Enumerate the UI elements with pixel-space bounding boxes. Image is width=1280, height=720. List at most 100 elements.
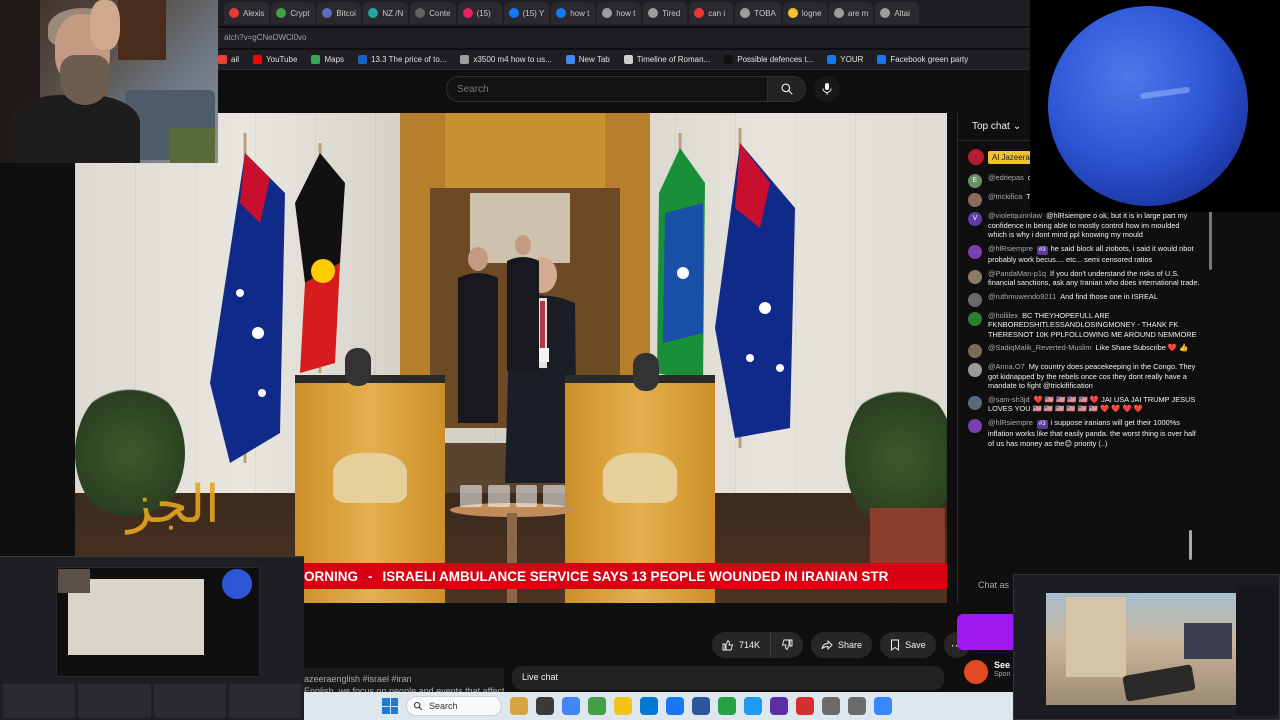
chat-message[interactable]: V @violetquinnlaw @hlRsiempre o ok, but it… — [968, 211, 1200, 240]
bookmark-item[interactable]: YouTube — [253, 55, 297, 64]
screen: Alexis Crypt Bitcoi NZ /N Conte (15) (15) Y how… — [0, 0, 1280, 720]
taskbar-app-icon[interactable] — [822, 697, 840, 715]
video-actions: 714K Share Save ··· — [712, 632, 970, 658]
game-stream-overlay[interactable] — [1013, 574, 1280, 720]
tab-favicon-icon — [740, 8, 751, 18]
chat-author[interactable]: @hlRsiempre — [988, 418, 1033, 427]
taskbar-app-icon[interactable] — [640, 697, 658, 715]
browser-tab[interactable]: are m — [828, 2, 874, 24]
chat-message[interactable]: @ruthmuwendo9211 And find those one in IS… — [968, 292, 1200, 307]
chat-author[interactable]: @hlRsiempre — [988, 244, 1033, 253]
taskbar-app-icon[interactable] — [744, 697, 762, 715]
chat-message[interactable]: @hlRsiempre #3 i suppose iranians will get… — [968, 418, 1200, 449]
video-player[interactable]: ﺍﻟﺠﺰ ORNING - ISRAELI AMBULANCE SERVICE … — [75, 113, 947, 603]
search-input[interactable] — [446, 76, 768, 102]
taskbar-search[interactable]: Search — [406, 696, 502, 716]
chat-message[interactable]: @SadiqMalik_Reverted-Muslim Like Share Su… — [968, 343, 1200, 358]
browser-tab[interactable]: Conte — [410, 2, 456, 24]
chat-input-hint[interactable]: Chat as — [978, 580, 1009, 590]
chat-scrollbar-thumb[interactable] — [1189, 530, 1192, 560]
search-button[interactable] — [768, 76, 806, 102]
bookmark-item[interactable]: Timeline of Roman... — [623, 55, 710, 64]
taskbar-app-icon[interactable] — [588, 697, 606, 715]
taskbar-app-icon[interactable] — [562, 697, 580, 715]
chat-author[interactable]: @PandaMan-p1q — [988, 269, 1046, 278]
taskbar-app-icon[interactable] — [796, 697, 814, 715]
share-button[interactable]: Share — [811, 632, 873, 658]
tab-title: Bitcoi — [336, 8, 356, 18]
browser-tab[interactable]: Tired — [643, 2, 688, 24]
taskbar-app-icon[interactable] — [536, 697, 554, 715]
bookmark-favicon-icon — [311, 55, 321, 64]
bookmark-item[interactable]: ail — [218, 55, 239, 64]
tab-title: NZ /N — [382, 8, 404, 18]
browser-tab[interactable]: can i — [689, 2, 734, 24]
taskbar-app-icon[interactable] — [692, 697, 710, 715]
chat-message[interactable]: @PandaMan-p1q If you don't understand the… — [968, 269, 1200, 288]
chat-message-body: @hlRsiempre #3 he said block all ziobots, … — [988, 244, 1200, 265]
chat-message[interactable]: @sam-sh3jd ❤️ 🇺🇸 🇺🇸 🇺🇸 🇺🇸 ❤️ JAI USA JAI … — [968, 395, 1200, 414]
chat-avatar — [968, 363, 982, 377]
chat-avatar — [968, 269, 982, 284]
bookmark-item[interactable]: Facebook green party — [877, 55, 968, 64]
browser-tab[interactable]: Bitcoi — [317, 2, 362, 24]
chat-message[interactable]: @Anna.O7 My country does peacekeeping in … — [968, 362, 1200, 391]
bookmark-item[interactable]: x3500 m4 how to us... — [460, 55, 552, 64]
bookmark-item[interactable]: 13.3 The price of to... — [358, 55, 446, 64]
taskbar-app-icon[interactable] — [614, 697, 632, 715]
taskbar-app-icon[interactable] — [770, 697, 788, 715]
bookmark-favicon-icon — [724, 55, 734, 64]
bookmark-item[interactable]: Possible defences t... — [724, 55, 813, 64]
browser-tab[interactable]: Alexis — [224, 2, 270, 24]
taskbar-app-icon[interactable] — [666, 697, 684, 715]
like-button[interactable]: 714K — [712, 632, 772, 658]
taskbar-app-icon[interactable] — [510, 697, 528, 715]
voice-search-button[interactable] — [814, 76, 840, 102]
bookmark-label: Maps — [324, 55, 345, 64]
bookmark-item[interactable]: Maps — [311, 55, 344, 64]
sponsored-card[interactable]: See Spon — [964, 660, 1014, 684]
address-bar[interactable]: atch?v=gCNeDWCl0vo — [218, 28, 1030, 48]
chat-author[interactable]: @SadiqMalik_Reverted-Muslim — [988, 343, 1092, 352]
al-jazeera-logo: ﺍﻟﺠﺰ — [127, 475, 220, 535]
chat-avatar — [968, 244, 982, 259]
chat-message[interactable]: @hollilex BC THEYHOPEFULL ARE FKNBOREDSHI… — [968, 311, 1200, 340]
bookmark-item[interactable]: New Tab — [565, 55, 610, 64]
browser-tab[interactable]: TOBA — [735, 2, 781, 24]
tab-favicon-icon — [556, 8, 567, 18]
chat-message[interactable]: @hlRsiempre #3 he said block all ziobots, … — [968, 244, 1200, 265]
taskbar-app-icon[interactable] — [874, 697, 892, 715]
bookmark-item[interactable]: YOUR — [827, 55, 863, 64]
chat-author[interactable]: @Anna.O7 — [988, 362, 1025, 371]
browser-tab[interactable]: (15) Y — [503, 2, 550, 24]
chat-avatar — [968, 193, 982, 207]
dislike-button[interactable] — [771, 632, 804, 658]
browser-tab[interactable]: how t — [551, 2, 596, 24]
bookmark-icon — [891, 639, 900, 651]
chat-author[interactable]: @trickifica — [988, 192, 1022, 201]
planet-overlay — [1030, 0, 1280, 212]
save-button[interactable]: Save — [880, 632, 936, 658]
bookmark-label: New Tab — [578, 55, 610, 64]
obs-studio-window[interactable] — [0, 556, 304, 720]
pinned-message[interactable]: Al Jazeera — [968, 149, 1034, 165]
taskbar-search-label: Search — [429, 701, 458, 711]
windows-start-button[interactable] — [382, 698, 398, 714]
chat-author[interactable]: @hollilex — [988, 311, 1018, 320]
promo-banner[interactable] — [957, 614, 1013, 650]
browser-tab[interactable]: Crypt — [271, 2, 316, 24]
taskbar-app-icon[interactable] — [848, 697, 866, 715]
chat-author[interactable]: @edriepas — [988, 173, 1024, 182]
browser-tab[interactable]: NZ /N — [363, 2, 409, 24]
browser-tab[interactable]: how t — [597, 2, 642, 24]
live-chat-toggle[interactable]: Live chat — [512, 666, 944, 690]
browser-tab[interactable]: (15) — [457, 2, 502, 24]
chat-message-body: @sam-sh3jd ❤️ 🇺🇸 🇺🇸 🇺🇸 🇺🇸 ❤️ JAI USA JAI … — [988, 395, 1200, 414]
browser-tab[interactable]: Altai — [875, 2, 920, 24]
taskbar-app-icon[interactable] — [718, 697, 736, 715]
chat-author[interactable]: @sam-sh3jd — [988, 395, 1030, 404]
chat-scrollbar[interactable] — [1209, 210, 1212, 270]
chat-author[interactable]: @violetquinnlaw — [988, 211, 1042, 220]
chat-author[interactable]: @ruthmuwendo9211 — [988, 292, 1056, 301]
browser-tab[interactable]: logne — [782, 2, 827, 24]
